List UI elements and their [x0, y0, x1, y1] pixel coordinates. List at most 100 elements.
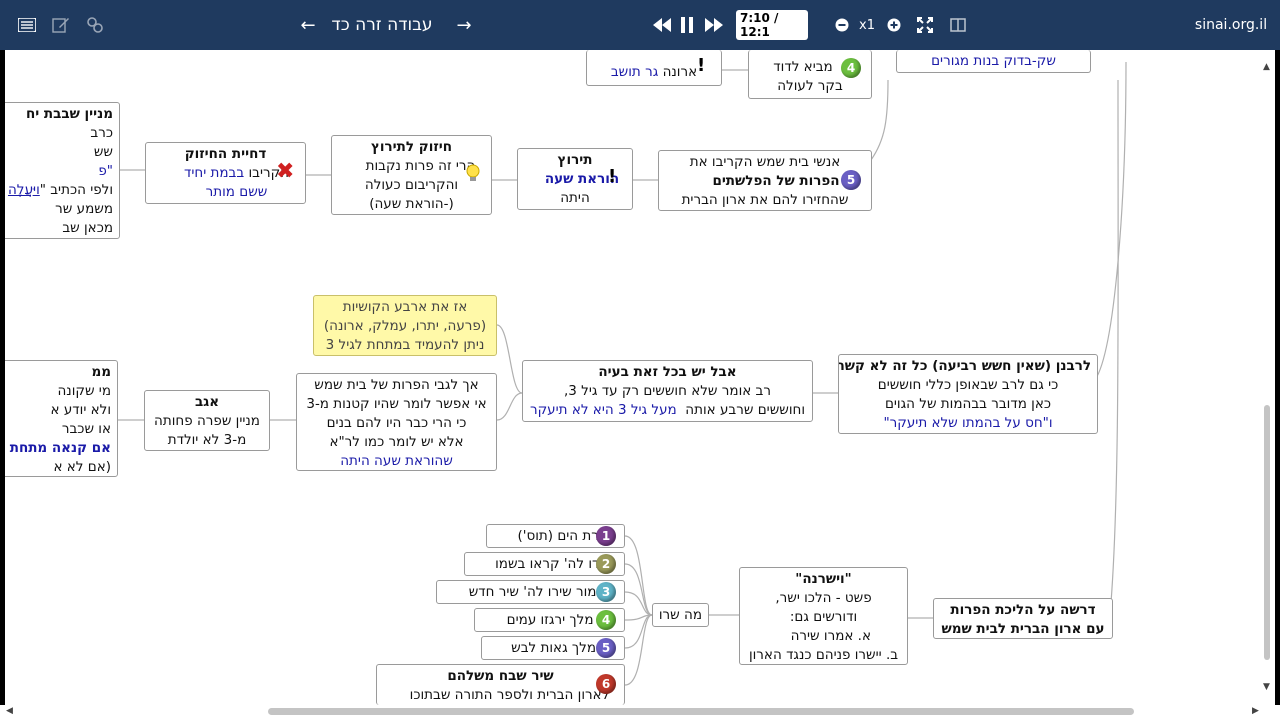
player-toolbar: ← עבודה זרה כד → 7:10 / 12:1 x1 sinai.or…	[0, 0, 1280, 50]
node-text: כרב	[90, 125, 113, 141]
node-text: היתה	[560, 190, 590, 206]
pause-icon[interactable]	[676, 0, 698, 50]
node-text: אך לגבי הפרות של בית שמש	[314, 377, 479, 393]
node-title: לרבנן (שאין חשש רביעה) כל זה לא קשה	[838, 358, 1091, 374]
node-anshei-beit-shemesh[interactable]: אנשי בית שמש הקריבו את הפרות של הפלשתים …	[658, 150, 872, 211]
number-badge-icon: 1	[596, 526, 616, 546]
node-text: אי אפשר לומר שהיו קטנות מ-3	[306, 396, 487, 412]
number-badge-icon: 4	[596, 610, 616, 630]
node-text: כי הרי כבר היו להם בנים	[326, 415, 467, 431]
horizontal-scroll-thumb[interactable]	[268, 708, 1134, 715]
node-text: פשט - הלכו ישר,	[775, 590, 872, 606]
node-text: שירת הים (תוס')	[517, 528, 612, 544]
node-text: רב אומר שלא חוששים רק עד גיל 3,	[564, 383, 771, 399]
node-text: הפרות של הפלשתים	[712, 173, 840, 189]
node-text: ה' מלך ירגזו עמים	[506, 612, 611, 628]
node-text: והקריבום כעולה	[364, 177, 459, 193]
node-text: מ-3 לא יולדת	[167, 432, 247, 448]
node-text-highlight: מעל גיל 3 היא לא תיעקר	[529, 402, 677, 418]
node-text: ה' מלך גאות לבש	[511, 640, 613, 656]
vertical-scrollbar[interactable]: ▲ ▼	[1262, 62, 1272, 702]
node-text: (אם לא א	[53, 459, 111, 475]
node-text: מזמור שירו לה' שיר חדש	[468, 584, 611, 600]
node-text: "פ	[98, 163, 113, 179]
red-x-icon: ✖	[276, 159, 295, 184]
node-title: "וישרנה"	[795, 571, 852, 587]
edit-icon[interactable]	[48, 0, 74, 50]
node-text: שש	[93, 144, 113, 160]
node-text: (-הוראת שעה)	[369, 196, 454, 212]
node-text: או שכבר	[61, 421, 111, 437]
scroll-left-icon[interactable]: ◀	[6, 706, 13, 716]
number-badge-icon: 5	[841, 170, 861, 190]
node-text-highlight: ששם מותר	[205, 184, 268, 200]
split-view-icon[interactable]	[947, 0, 969, 50]
node-text-highlight: גר תושב	[610, 64, 659, 80]
node-text-highlight: וַיַּעֲלֶה	[7, 182, 40, 198]
exclamation-icon: !	[608, 166, 617, 187]
next-arrow-button[interactable]: →	[452, 0, 476, 50]
node-text: מה שרו	[658, 607, 702, 623]
prev-arrow-button[interactable]: ←	[296, 0, 320, 50]
node-ach-legabei[interactable]: אך לגבי הפרות של בית שמש אי אפשר לומר שה…	[296, 373, 497, 471]
node-text: לארון הברית ולספר התורה שבתוכו	[409, 687, 610, 703]
menu-icon[interactable]	[14, 0, 40, 50]
scroll-down-icon[interactable]: ▼	[1263, 682, 1270, 692]
node-text: הודו לה' קראו בשמו	[495, 556, 612, 572]
node-text-highlight: בבמת יחיד	[184, 165, 245, 181]
node-aval-yesh-beaya[interactable]: אבל יש בכל זאת בעיה רב אומר שלא חוששים ר…	[522, 360, 813, 422]
link-icon[interactable]	[82, 0, 108, 50]
node-title: מניין שבבת יח	[25, 106, 113, 122]
scroll-right-icon[interactable]: ▶	[1252, 706, 1259, 716]
node-text: מכאן שב	[62, 220, 113, 236]
number-badge-icon: 4	[841, 58, 861, 78]
node-text: בקר לעולה	[777, 78, 843, 94]
node-yellow-note[interactable]: אז את ארבע הקושיות (פרעה, יתרו, עמלק, אר…	[313, 295, 497, 356]
node-drasha[interactable]: דרשה על הליכת הפרות עם ארון הברית לבית ש…	[933, 598, 1113, 639]
node-text: מי שקונה	[57, 383, 111, 399]
node-agav[interactable]: אגב מניין שפרה פחותה מ-3 לא יולדת	[144, 390, 270, 451]
time-display: 7:10 / 12:1	[736, 0, 808, 50]
fullscreen-icon[interactable]	[914, 0, 936, 50]
node-ma-sharu[interactable]: מה שרו	[652, 603, 709, 627]
node-text: ב. יישרו פניהם כנגד הארון	[748, 647, 899, 663]
node-text: ולא יודע א	[50, 402, 112, 418]
node-minayin-bamat-yachid[interactable]: מניין שבבת יח כרב שש "פ ולפי הכתיב "וַיַ…	[5, 102, 120, 239]
node-text: וחוששים שרבע אותה	[685, 402, 805, 418]
site-link[interactable]: sinai.org.il	[1195, 0, 1267, 50]
node-text: מניין שפרה פחותה	[154, 413, 260, 429]
node-text: שק-בדוק בנות מגורים	[931, 53, 1056, 69]
node-title: ממ	[91, 364, 111, 380]
node-left-mid[interactable]: ממ מי שקונה ולא יודע א או שכבר אם קנאה מ…	[5, 360, 118, 477]
fast-forward-icon[interactable]	[702, 0, 726, 50]
zoom-out-icon[interactable]	[832, 0, 852, 50]
horizontal-scrollbar[interactable]: ◀ ▶	[0, 705, 1280, 720]
number-badge-icon: 5	[596, 638, 616, 658]
node-title: עם ארון הברית לבית שמש	[941, 621, 1105, 637]
node-text: כאן מדובר בבהמות של הגוים	[884, 396, 1052, 412]
node-text: ארונה	[662, 64, 698, 80]
number-badge-icon: 2	[596, 554, 616, 574]
scroll-up-icon[interactable]: ▲	[1263, 62, 1270, 72]
rewind-icon[interactable]	[650, 0, 674, 50]
node-title: חיזוק לתירוץ	[371, 139, 452, 155]
exclamation-icon: !	[697, 55, 706, 76]
zoom-level: x1	[859, 17, 875, 33]
vertical-scroll-thumb[interactable]	[1264, 405, 1270, 660]
node-top-right[interactable]: שק-בדוק בנות מגורים	[896, 50, 1091, 73]
zoom-in-icon[interactable]	[884, 0, 904, 50]
node-text: (פרעה, יתרו, עמלק, ארונה)	[323, 318, 487, 334]
node-lerabanan[interactable]: לרבנן (שאין חשש רביעה) כל זה לא קשה כי ג…	[838, 354, 1098, 434]
node-text: ודורשים גם:	[789, 609, 858, 625]
node-vayisharna[interactable]: "וישרנה" פשט - הלכו ישר, ודורשים גם: א. …	[739, 567, 908, 665]
node-text: אז את ארבע הקושיות	[342, 299, 468, 315]
node-text: ניתן להעמיד במתחת לגיל 3	[325, 337, 485, 353]
node-title: אגב	[194, 394, 220, 410]
node-title: שיר שבח משלהם	[447, 668, 554, 684]
node-text: כי גם לרב שבאופן כללי חוששים	[877, 377, 1059, 393]
node-text: א. אמרו שירה	[790, 628, 871, 644]
mindmap-canvas[interactable]: ארונה גר תושב ! מביא לדוד בקר לעולה 4 שק…	[5, 50, 1275, 705]
node-song-6[interactable]: שיר שבח משלהם לארון הברית ולספר התורה שב…	[376, 664, 625, 705]
node-text-highlight: שהוראת שעה היתה	[340, 453, 453, 469]
node-title: דרשה על הליכת הפרות	[950, 602, 1096, 618]
